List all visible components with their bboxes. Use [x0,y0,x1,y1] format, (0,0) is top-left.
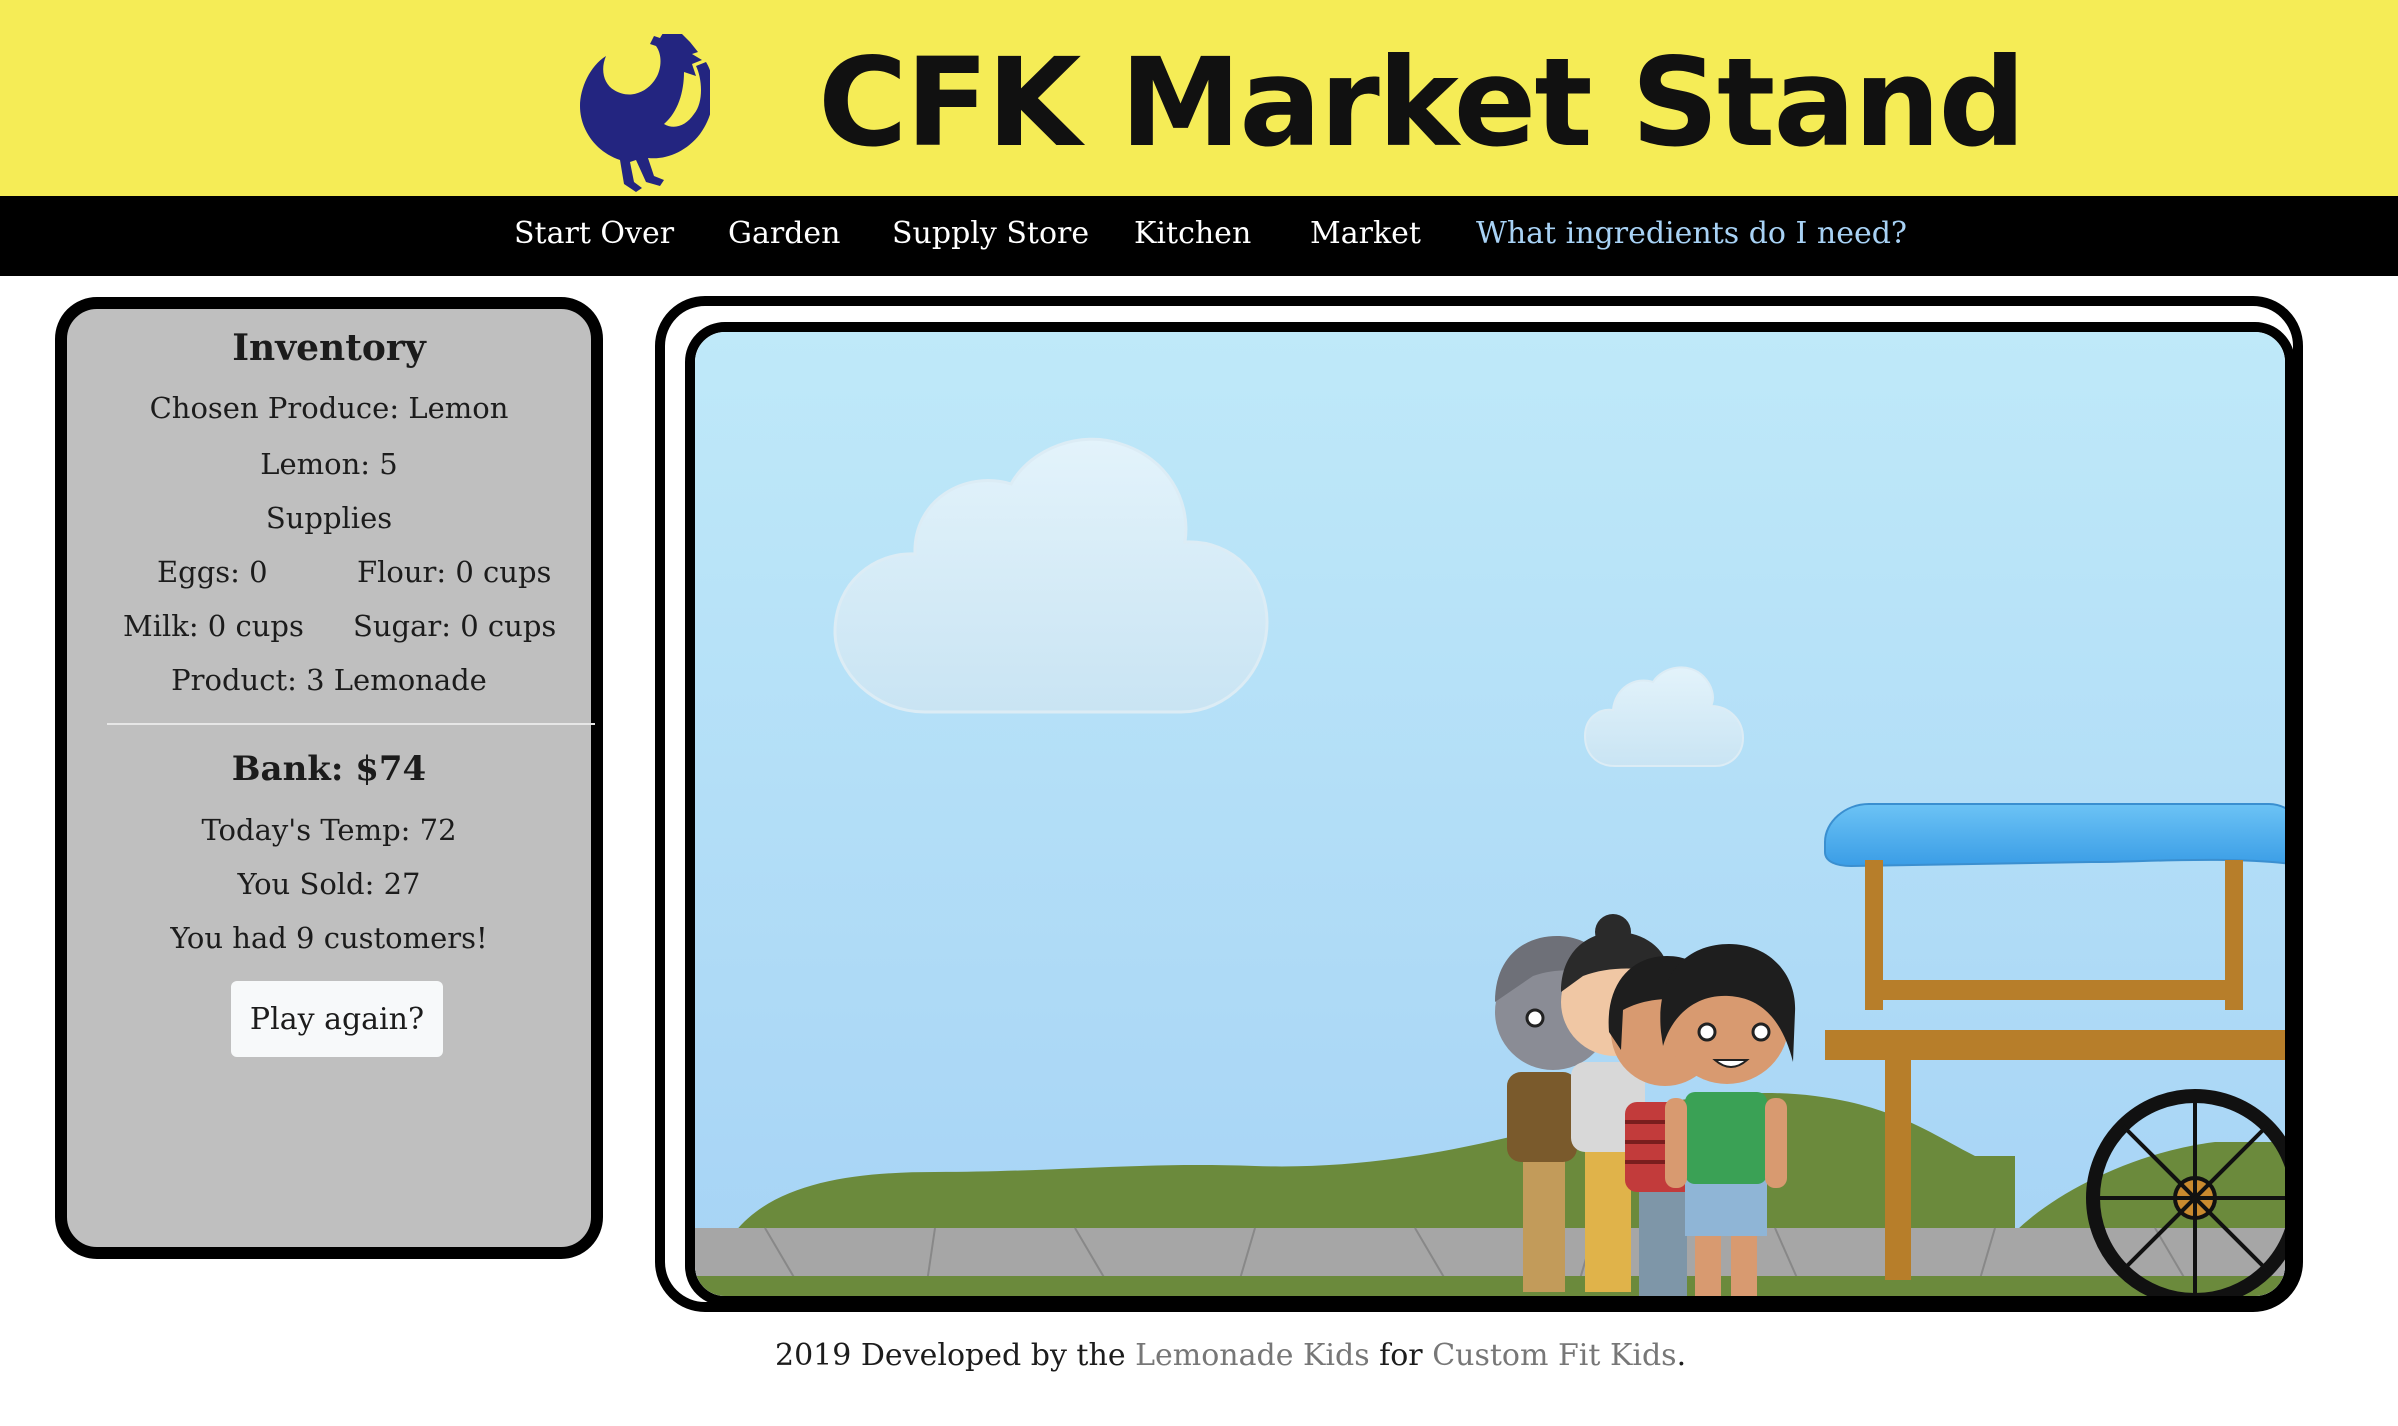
lemonade-kids-link[interactable]: Lemonade Kids [1135,1338,1370,1373]
inventory-divider [107,723,595,725]
sold-count: You Sold: 27 [237,867,421,901]
customers-count: You had 9 customers! [170,921,488,955]
footer: 2019 Developed by the Lemonade Kids for … [775,1338,1686,1373]
supplies-heading: Supplies [265,501,393,535]
footer-prefix: 2019 Developed by the [775,1338,1136,1373]
chosen-produce: Chosen Produce: Lemon [149,391,509,425]
main-nav: Start Over Garden Supply Store Kitchen M… [0,196,2398,276]
nav-kitchen[interactable]: Kitchen [1134,216,1251,251]
market-scene-illustration [695,332,2285,1296]
bank-balance: Bank: $74 [231,749,427,789]
nav-garden[interactable]: Garden [728,216,840,251]
custom-fit-kids-link[interactable]: Custom Fit Kids [1432,1338,1676,1373]
game-frame [655,296,2303,1312]
flour-count: Flour: 0 cups [357,555,552,589]
market-scene [685,322,2295,1306]
footer-middle: for [1369,1338,1433,1373]
rooster-logo-icon [580,34,710,192]
eggs-count: Eggs: 0 [157,555,268,589]
site-header: CFK Market Stand [0,0,2398,196]
footer-suffix: . [1676,1338,1687,1373]
product-count: Product: 3 Lemonade [171,663,487,697]
nav-market[interactable]: Market [1310,216,1421,251]
site-title: CFK Market Stand [818,32,2026,174]
milk-count: Milk: 0 cups [123,609,304,643]
sugar-count: Sugar: 0 cups [353,609,557,643]
inventory-title: Inventory [232,327,426,369]
todays-temp: Today's Temp: 72 [201,813,457,847]
inventory-panel: Inventory Chosen Produce: Lemon Lemon: 5… [55,297,603,1259]
nav-supply-store[interactable]: Supply Store [892,216,1089,251]
nav-ingredients-help[interactable]: What ingredients do I need? [1476,216,1907,251]
customers-line [1495,914,1796,1296]
nav-start-over[interactable]: Start Over [514,216,674,251]
grass-strip [695,1276,2285,1296]
play-again-button[interactable]: Play again? [231,981,443,1057]
produce-count: Lemon: 5 [260,447,398,481]
